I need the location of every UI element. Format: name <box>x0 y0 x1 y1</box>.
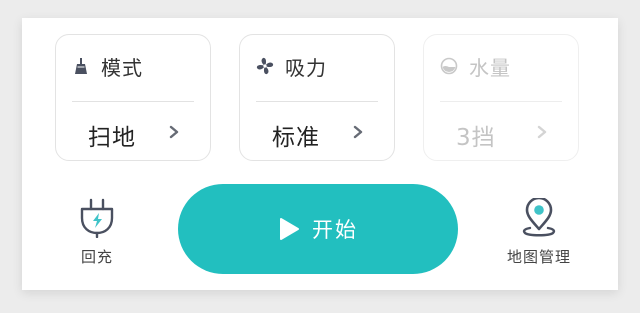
recharge-label: 回充 <box>80 248 113 266</box>
mode-card[interactable]: 模式 扫地 <box>55 34 211 161</box>
mode-title: 模式 <box>101 55 143 80</box>
divider <box>72 101 194 102</box>
broom-icon <box>72 57 90 75</box>
chevron-right-icon <box>169 125 179 139</box>
divider <box>256 101 378 102</box>
water-level-icon <box>440 57 458 75</box>
chevron-right-icon <box>537 125 547 139</box>
control-panel: 模式 扫地 吸力 标准 水量 3挡 回充 开始 地图管理 <box>22 18 618 290</box>
chevron-right-icon <box>353 125 363 139</box>
map-pin-icon <box>522 198 556 237</box>
map-management-button[interactable]: 地图管理 <box>494 198 584 267</box>
play-icon <box>280 218 299 240</box>
suction-title: 吸力 <box>285 55 327 80</box>
map-management-label: 地图管理 <box>506 248 571 266</box>
start-button[interactable]: 开始 <box>178 184 458 274</box>
plug-icon <box>80 198 114 238</box>
start-label: 开始 <box>312 218 358 242</box>
water-value: 3挡 <box>456 125 496 151</box>
fan-icon <box>256 57 274 75</box>
suction-value: 标准 <box>272 125 320 151</box>
water-title: 水量 <box>469 55 511 80</box>
suction-card-header: 吸力 <box>256 53 327 80</box>
divider <box>440 101 562 102</box>
water-card-header: 水量 <box>440 53 511 80</box>
mode-card-header: 模式 <box>72 53 143 80</box>
mode-value: 扫地 <box>88 125 136 151</box>
recharge-button[interactable]: 回充 <box>67 198 127 267</box>
suction-card[interactable]: 吸力 标准 <box>239 34 395 161</box>
water-card: 水量 3挡 <box>423 34 579 161</box>
